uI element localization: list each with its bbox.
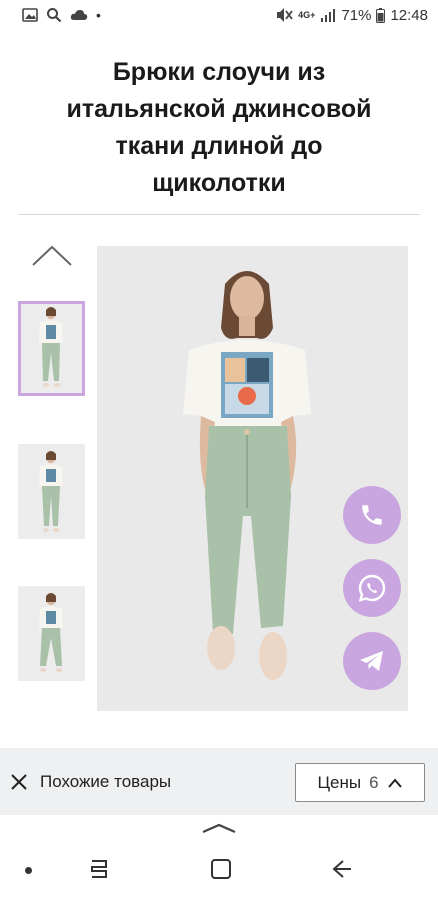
gallery-icon: [22, 8, 38, 22]
divider: [18, 214, 420, 215]
clock: 12:48: [390, 6, 428, 24]
model-photo-thumb: [18, 301, 85, 396]
thumbnail-2[interactable]: [18, 444, 85, 539]
whatsapp-icon: [358, 574, 386, 602]
cloud-icon: [70, 10, 88, 20]
dot-icon: •: [96, 7, 101, 23]
model-photo-thumb: [18, 586, 85, 681]
battery-percent: 71%: [341, 6, 372, 24]
thumbnail-1[interactable]: [18, 301, 85, 396]
model-photo-thumb: [18, 444, 85, 539]
prices-button[interactable]: Цены 6: [295, 763, 425, 802]
similar-products-button[interactable]: Похожие товары: [10, 764, 171, 800]
thumbnail-3[interactable]: [18, 586, 85, 681]
search-icon: [47, 8, 62, 23]
network-type: 4G+: [298, 9, 316, 20]
status-notifications: •: [22, 7, 101, 23]
prices-label: Цены: [317, 772, 362, 792]
product-title: Брюки слоучи из итальянской джинсовой тк…: [66, 58, 372, 197]
gallery-up-arrow-icon[interactable]: [30, 244, 74, 268]
call-button[interactable]: [343, 486, 401, 544]
nav-dot-icon: [25, 867, 32, 874]
close-icon[interactable]: [10, 773, 28, 791]
telegram-button[interactable]: [343, 632, 401, 690]
chevron-up-icon: [387, 777, 402, 788]
status-bar: • 4G+ 71% 12:48: [0, 0, 438, 30]
battery-icon: [376, 7, 386, 23]
back-icon[interactable]: [331, 858, 353, 880]
home-icon[interactable]: [210, 858, 232, 880]
signal-icon: [321, 9, 336, 22]
mute-icon: [277, 8, 293, 22]
phone-icon: [362, 505, 382, 525]
chevron-up-handle-icon[interactable]: [201, 822, 237, 834]
recent-apps-icon[interactable]: [89, 858, 109, 880]
status-system: 4G+ 71% 12:48: [275, 7, 428, 24]
prices-count: 6: [369, 772, 379, 792]
similar-products-label: Похожие товары: [40, 772, 172, 791]
whatsapp-button[interactable]: [343, 559, 401, 617]
telegram-icon: [360, 651, 383, 671]
